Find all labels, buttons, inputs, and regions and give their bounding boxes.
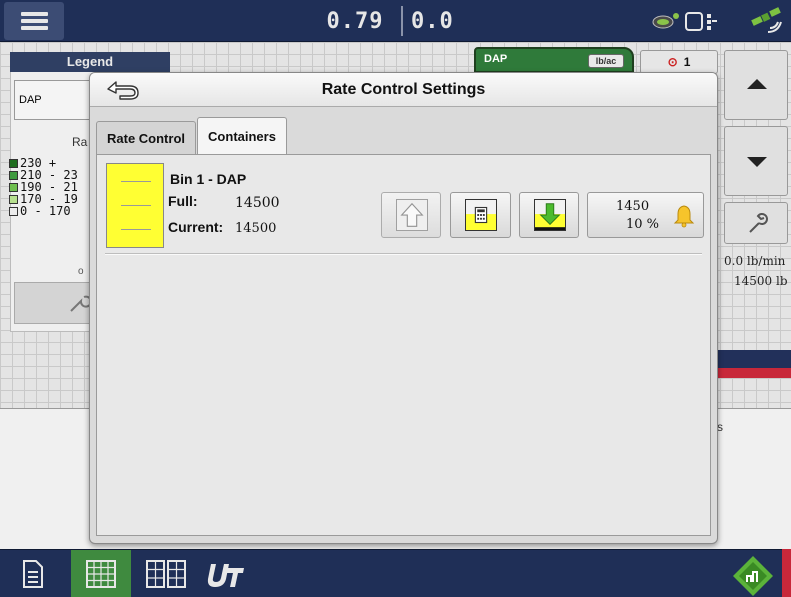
legend-indicator: o — [78, 266, 84, 277]
speed-readout: 0.79 — [326, 9, 384, 34]
empty-container-button[interactable] — [519, 192, 579, 238]
bin-level-line — [121, 229, 151, 230]
legend-swatch — [9, 207, 18, 216]
wrench-icon — [70, 295, 91, 312]
map-view-button[interactable] — [71, 550, 131, 597]
current-amount-value: 14500 — [235, 221, 277, 236]
gps-satellite-icon[interactable] — [748, 6, 786, 36]
alarm-threshold-value: 1450 — [616, 199, 650, 214]
readout-divider — [401, 6, 403, 36]
tab-containers[interactable]: Containers — [197, 117, 287, 155]
full-label: Full: — [168, 193, 198, 209]
legend-row: 0 - 170 — [9, 205, 71, 217]
arrow-up-icon — [747, 79, 767, 89]
calculator-button[interactable] — [450, 192, 511, 238]
bottom-nav-bar — [0, 549, 791, 597]
split-grid-icon — [146, 560, 186, 588]
legend-swatch — [9, 183, 18, 192]
bell-icon — [673, 205, 695, 228]
legend-rate-header: Ra — [72, 135, 88, 149]
legend-swatch — [9, 195, 18, 204]
legend-product-button[interactable]: DAP — [14, 80, 94, 120]
split-view-button[interactable] — [138, 550, 192, 597]
wrench-icon — [749, 213, 768, 233]
rate-increase-button[interactable] — [724, 50, 788, 120]
legend-settings-button[interactable] — [14, 282, 94, 324]
rate-control-settings-dialog: Rate Control Settings Rate Control Conta… — [89, 72, 718, 544]
home-field-icon[interactable] — [731, 554, 775, 596]
rate-decrease-button[interactable] — [724, 126, 788, 196]
display-link-icon[interactable] — [685, 11, 719, 33]
hamburger-icon-line — [21, 19, 48, 23]
report-page-icon — [23, 560, 43, 588]
flow-rate-value: 0.0 lb/min — [724, 254, 786, 268]
legend-title: Legend — [10, 52, 170, 72]
empty-arrow-down-icon — [534, 199, 566, 231]
top-bar: 0.79 0.0 — [0, 0, 791, 42]
bin-fill-icon — [106, 163, 164, 248]
product-name: DAP — [484, 53, 508, 65]
universal-terminal-button[interactable] — [200, 550, 254, 597]
rate-unit-badge: lb/ac — [588, 54, 624, 68]
counter-value: 1 — [683, 55, 691, 69]
containers-panel: Bin 1 - DAP Full: 14500 Current: 14500 1… — [96, 154, 711, 536]
fill-container-button[interactable] — [381, 192, 441, 238]
legend-row-label: 0 - 170 — [20, 204, 71, 218]
full-capacity-value: 14500 — [235, 195, 280, 211]
container-name: Bin 1 - DAP — [170, 171, 247, 187]
screen: 0.79 0.0 Legend DAP Ra 230 + 210 - 23 19 — [0, 0, 791, 597]
grid-map-icon — [86, 560, 116, 588]
legend-swatch — [9, 159, 18, 168]
summary-report-button[interactable] — [5, 550, 59, 597]
rate-readout: 0.0 — [411, 9, 454, 34]
bin-level-line — [121, 205, 151, 206]
back-arrow-icon[interactable] — [100, 77, 146, 103]
hamburger-icon-line — [21, 26, 48, 30]
menu-button[interactable] — [4, 2, 64, 40]
alert-stripe — [718, 368, 791, 378]
row-divider — [105, 253, 702, 255]
dialog-title: Rate Control Settings — [321, 81, 486, 98]
calculator-icon — [465, 199, 497, 231]
dialog-header: Rate Control Settings — [90, 73, 717, 107]
tab-rate-control[interactable]: Rate Control — [96, 121, 196, 155]
alarm-threshold-percent: 10 % — [626, 217, 660, 232]
product-settings-button[interactable] — [724, 202, 788, 244]
current-label: Current: — [168, 219, 224, 235]
legend-swatch — [9, 171, 18, 180]
hamburger-icon — [21, 12, 48, 16]
low-level-alarm-button[interactable]: 1450 10 % — [587, 192, 704, 238]
ut-logo-icon — [207, 564, 244, 587]
implement-icon[interactable] — [652, 12, 680, 30]
product-rate-header[interactable]: DAP lb/ac — [474, 47, 634, 73]
arrow-down-icon — [747, 157, 767, 167]
alert-indicator[interactable] — [782, 549, 791, 597]
section-counter-button[interactable]: ⊙ 1 — [640, 50, 718, 74]
target-icon: ⊙ — [667, 55, 678, 69]
fill-arrow-up-icon — [396, 199, 428, 231]
status-stripe — [718, 350, 791, 368]
bin-total-value: 14500 lb — [734, 274, 788, 288]
bin-level-line — [121, 181, 151, 182]
